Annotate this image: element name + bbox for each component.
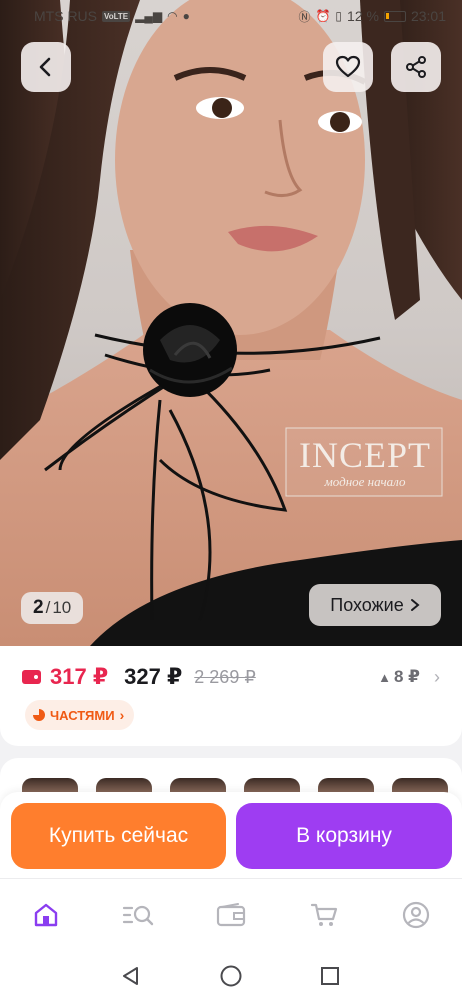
home-circle-icon xyxy=(220,965,242,987)
photo-counter-sep: / xyxy=(45,598,51,617)
battery-percent: 12 % xyxy=(347,8,379,24)
action-bar: Купить сейчас В корзину xyxy=(0,792,462,878)
pie-icon xyxy=(33,709,45,721)
model-illustration xyxy=(0,0,462,646)
chevron-right-icon xyxy=(410,599,420,611)
favorite-button[interactable] xyxy=(323,42,373,92)
system-recents-button[interactable] xyxy=(318,964,342,988)
nav-home[interactable] xyxy=(30,899,62,931)
wallet-icon xyxy=(216,903,246,927)
price-drop-value: 8 ₽ xyxy=(393,667,420,686)
nav-catalog[interactable] xyxy=(122,899,154,931)
nav-cart[interactable] xyxy=(308,899,340,931)
share-icon xyxy=(406,56,426,78)
old-price: 2 269 ₽ xyxy=(194,666,256,687)
watermark-brand: INCEPT xyxy=(299,435,431,475)
bottom-nav xyxy=(0,878,462,950)
volte-badge: VoLTE xyxy=(102,10,131,22)
photo-counter-current: 2 xyxy=(33,597,44,618)
system-home-button[interactable] xyxy=(219,964,243,988)
system-nav-bar xyxy=(0,950,462,1000)
card-price: 317 ₽ xyxy=(50,664,109,689)
back-triangle-icon xyxy=(123,967,138,985)
battery-icon xyxy=(383,10,406,22)
triangle-up-icon: ▲ xyxy=(378,669,391,685)
alarm-icon: ⏰ xyxy=(315,9,331,23)
price-drop: ▲ 8 ₽ xyxy=(378,667,420,687)
vibrate-icon: ▯ xyxy=(335,9,343,23)
similar-label: Похожие xyxy=(330,594,404,615)
product-photo[interactable]: INCEPT модное начало xyxy=(0,0,462,646)
current-price: 327 ₽ xyxy=(124,664,183,689)
installment-badge[interactable]: ЧАСТЯМИ › xyxy=(25,700,135,730)
home-icon xyxy=(34,903,58,927)
wifi-icon: ◠ xyxy=(167,9,178,23)
buy-now-button[interactable]: Купить сейчас xyxy=(11,803,226,869)
price-row[interactable]: 317 ₽ 327 ₽ 2 269 ₽ ▲ 8 ₽ › xyxy=(22,664,440,690)
cart-icon xyxy=(310,903,338,926)
status-bar: MTS RUS VoLTE ▂▄▆ ◠ ● Ⓝ ⏰ ▯ 12 % 23:01 xyxy=(0,0,462,32)
watermark-tagline: модное начало xyxy=(324,474,406,489)
nav-wallet[interactable] xyxy=(215,899,247,931)
nav-profile[interactable] xyxy=(400,899,432,931)
recents-square-icon xyxy=(321,967,339,985)
chevron-left-icon xyxy=(39,57,51,77)
system-back-button[interactable] xyxy=(119,964,143,988)
photo-counter: 2 / 10 xyxy=(21,592,84,624)
signal-icon: ▂▄▆ xyxy=(135,9,163,23)
wallet-card-icon xyxy=(22,670,41,684)
similar-button[interactable]: Похожие xyxy=(309,584,441,626)
chevron-right-icon: › xyxy=(434,666,440,687)
photo-counter-total: 10 xyxy=(52,598,72,617)
share-button[interactable] xyxy=(391,42,441,92)
profile-icon xyxy=(402,901,430,929)
catalog-search-icon xyxy=(122,905,154,926)
installment-label: ЧАСТЯМИ xyxy=(50,707,115,723)
sync-icon: ● xyxy=(182,9,190,23)
price-card: 317 ₽ 327 ₽ 2 269 ₽ ▲ 8 ₽ › ЧАСТЯМИ › xyxy=(0,646,462,746)
chevron-right-icon: › xyxy=(119,707,125,723)
add-to-cart-button[interactable]: В корзину xyxy=(236,803,452,869)
heart-icon xyxy=(335,55,361,78)
back-button[interactable] xyxy=(21,42,71,92)
carrier-name: MTS RUS xyxy=(34,8,97,24)
clock: 23:01 xyxy=(410,8,446,24)
nfc-icon: Ⓝ xyxy=(298,9,311,24)
